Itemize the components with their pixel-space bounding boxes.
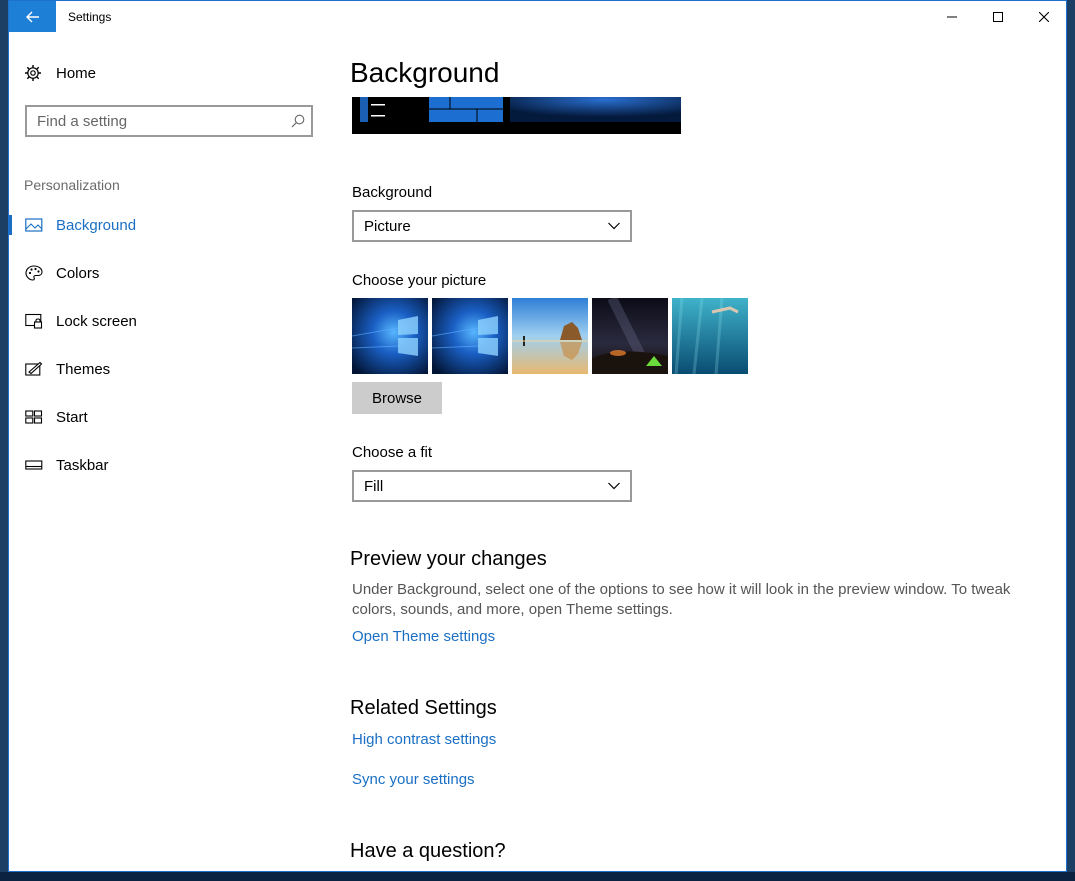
- sidebar-item-taskbar[interactable]: Taskbar: [9, 447, 309, 483]
- taskbar-icon: [25, 460, 43, 470]
- close-icon: [1039, 11, 1049, 22]
- section-label-personalization: Personalization: [24, 177, 120, 193]
- desktop-preview-image: [352, 97, 681, 134]
- sidebar-item-lock-screen[interactable]: Lock screen: [9, 303, 309, 339]
- windows-hero-image-2: [432, 298, 508, 374]
- open-theme-settings-link[interactable]: Open Theme settings: [352, 628, 495, 645]
- close-button[interactable]: [1021, 1, 1066, 32]
- high-contrast-settings-link[interactable]: High contrast settings: [352, 731, 496, 748]
- fit-dropdown[interactable]: Fill: [352, 470, 632, 502]
- start-icon: [25, 410, 43, 424]
- search-icon[interactable]: [291, 114, 305, 128]
- maximize-icon: [993, 11, 1003, 22]
- desktop-background-left: [0, 0, 8, 881]
- night-sky-tent-image: [592, 298, 668, 374]
- themes-icon: [25, 361, 43, 376]
- sidebar-item-label: Taskbar: [56, 456, 109, 474]
- chevron-down-icon: [608, 222, 620, 230]
- back-arrow-icon: [25, 11, 39, 22]
- minimize-icon: [947, 16, 957, 17]
- choose-fit-label: Choose a fit: [352, 444, 433, 461]
- picture-thumbnail[interactable]: [352, 298, 428, 374]
- background-dropdown[interactable]: Picture: [352, 210, 632, 242]
- sidebar-item-label: Themes: [56, 360, 111, 378]
- sidebar-item-label: Background: [56, 216, 137, 234]
- active-indicator: [9, 215, 12, 235]
- picture-thumbnail[interactable]: [432, 298, 508, 374]
- background-label: Background: [352, 184, 433, 201]
- underwater-swimmer-image: [672, 298, 748, 374]
- windows-hero-image-1: [352, 298, 428, 374]
- preview-description: Under Background, select one of the opti…: [352, 581, 1011, 618]
- picture-thumbnail[interactable]: [512, 298, 588, 374]
- sidebar-item-colors[interactable]: Colors: [9, 255, 309, 291]
- browse-button[interactable]: Browse: [352, 382, 442, 414]
- sidebar-item-background[interactable]: Background: [9, 207, 309, 243]
- beach-rocks-image: [512, 298, 588, 374]
- fit-dropdown-value: Fill: [364, 478, 384, 495]
- sidebar-item-themes[interactable]: Themes: [9, 351, 309, 387]
- gear-icon: [25, 65, 41, 81]
- related-settings-heading: Related Settings: [350, 697, 497, 719]
- desktop-background-right: [1067, 0, 1075, 881]
- picture-thumbnail[interactable]: [672, 298, 748, 374]
- sync-settings-link[interactable]: Sync your settings: [352, 771, 475, 788]
- maximize-button[interactable]: [975, 1, 1021, 32]
- palette-icon: [25, 265, 43, 281]
- search-input[interactable]: [27, 107, 297, 135]
- picture-thumbnail[interactable]: [592, 298, 668, 374]
- question-heading: Have a question?: [350, 840, 506, 862]
- title-bar: Settings: [9, 1, 1066, 33]
- home-nav-item[interactable]: Home: [24, 61, 96, 85]
- search-box[interactable]: [25, 105, 313, 137]
- desktop-taskbar-edge: [0, 872, 1075, 881]
- lock-screen-icon: [25, 313, 43, 329]
- page-title: Background: [350, 57, 500, 88]
- sidebar-item-start[interactable]: Start: [9, 399, 309, 435]
- picture-icon: [25, 218, 43, 232]
- sidebar-item-label: Colors: [56, 264, 100, 282]
- back-button[interactable]: [9, 1, 56, 32]
- sidebar-item-label: Start: [56, 408, 88, 426]
- desktop-preview: [352, 97, 681, 134]
- background-dropdown-value: Picture: [364, 218, 411, 235]
- home-label: Home: [56, 64, 97, 82]
- settings-window: Settings Home Personalization: [8, 0, 1067, 872]
- preview-heading: Preview your changes: [350, 548, 547, 570]
- window-title: Settings: [68, 10, 112, 24]
- chevron-down-icon: [608, 482, 620, 490]
- minimize-button[interactable]: [929, 1, 975, 32]
- sidebar-item-label: Lock screen: [56, 312, 137, 330]
- choose-picture-label: Choose your picture: [352, 272, 487, 289]
